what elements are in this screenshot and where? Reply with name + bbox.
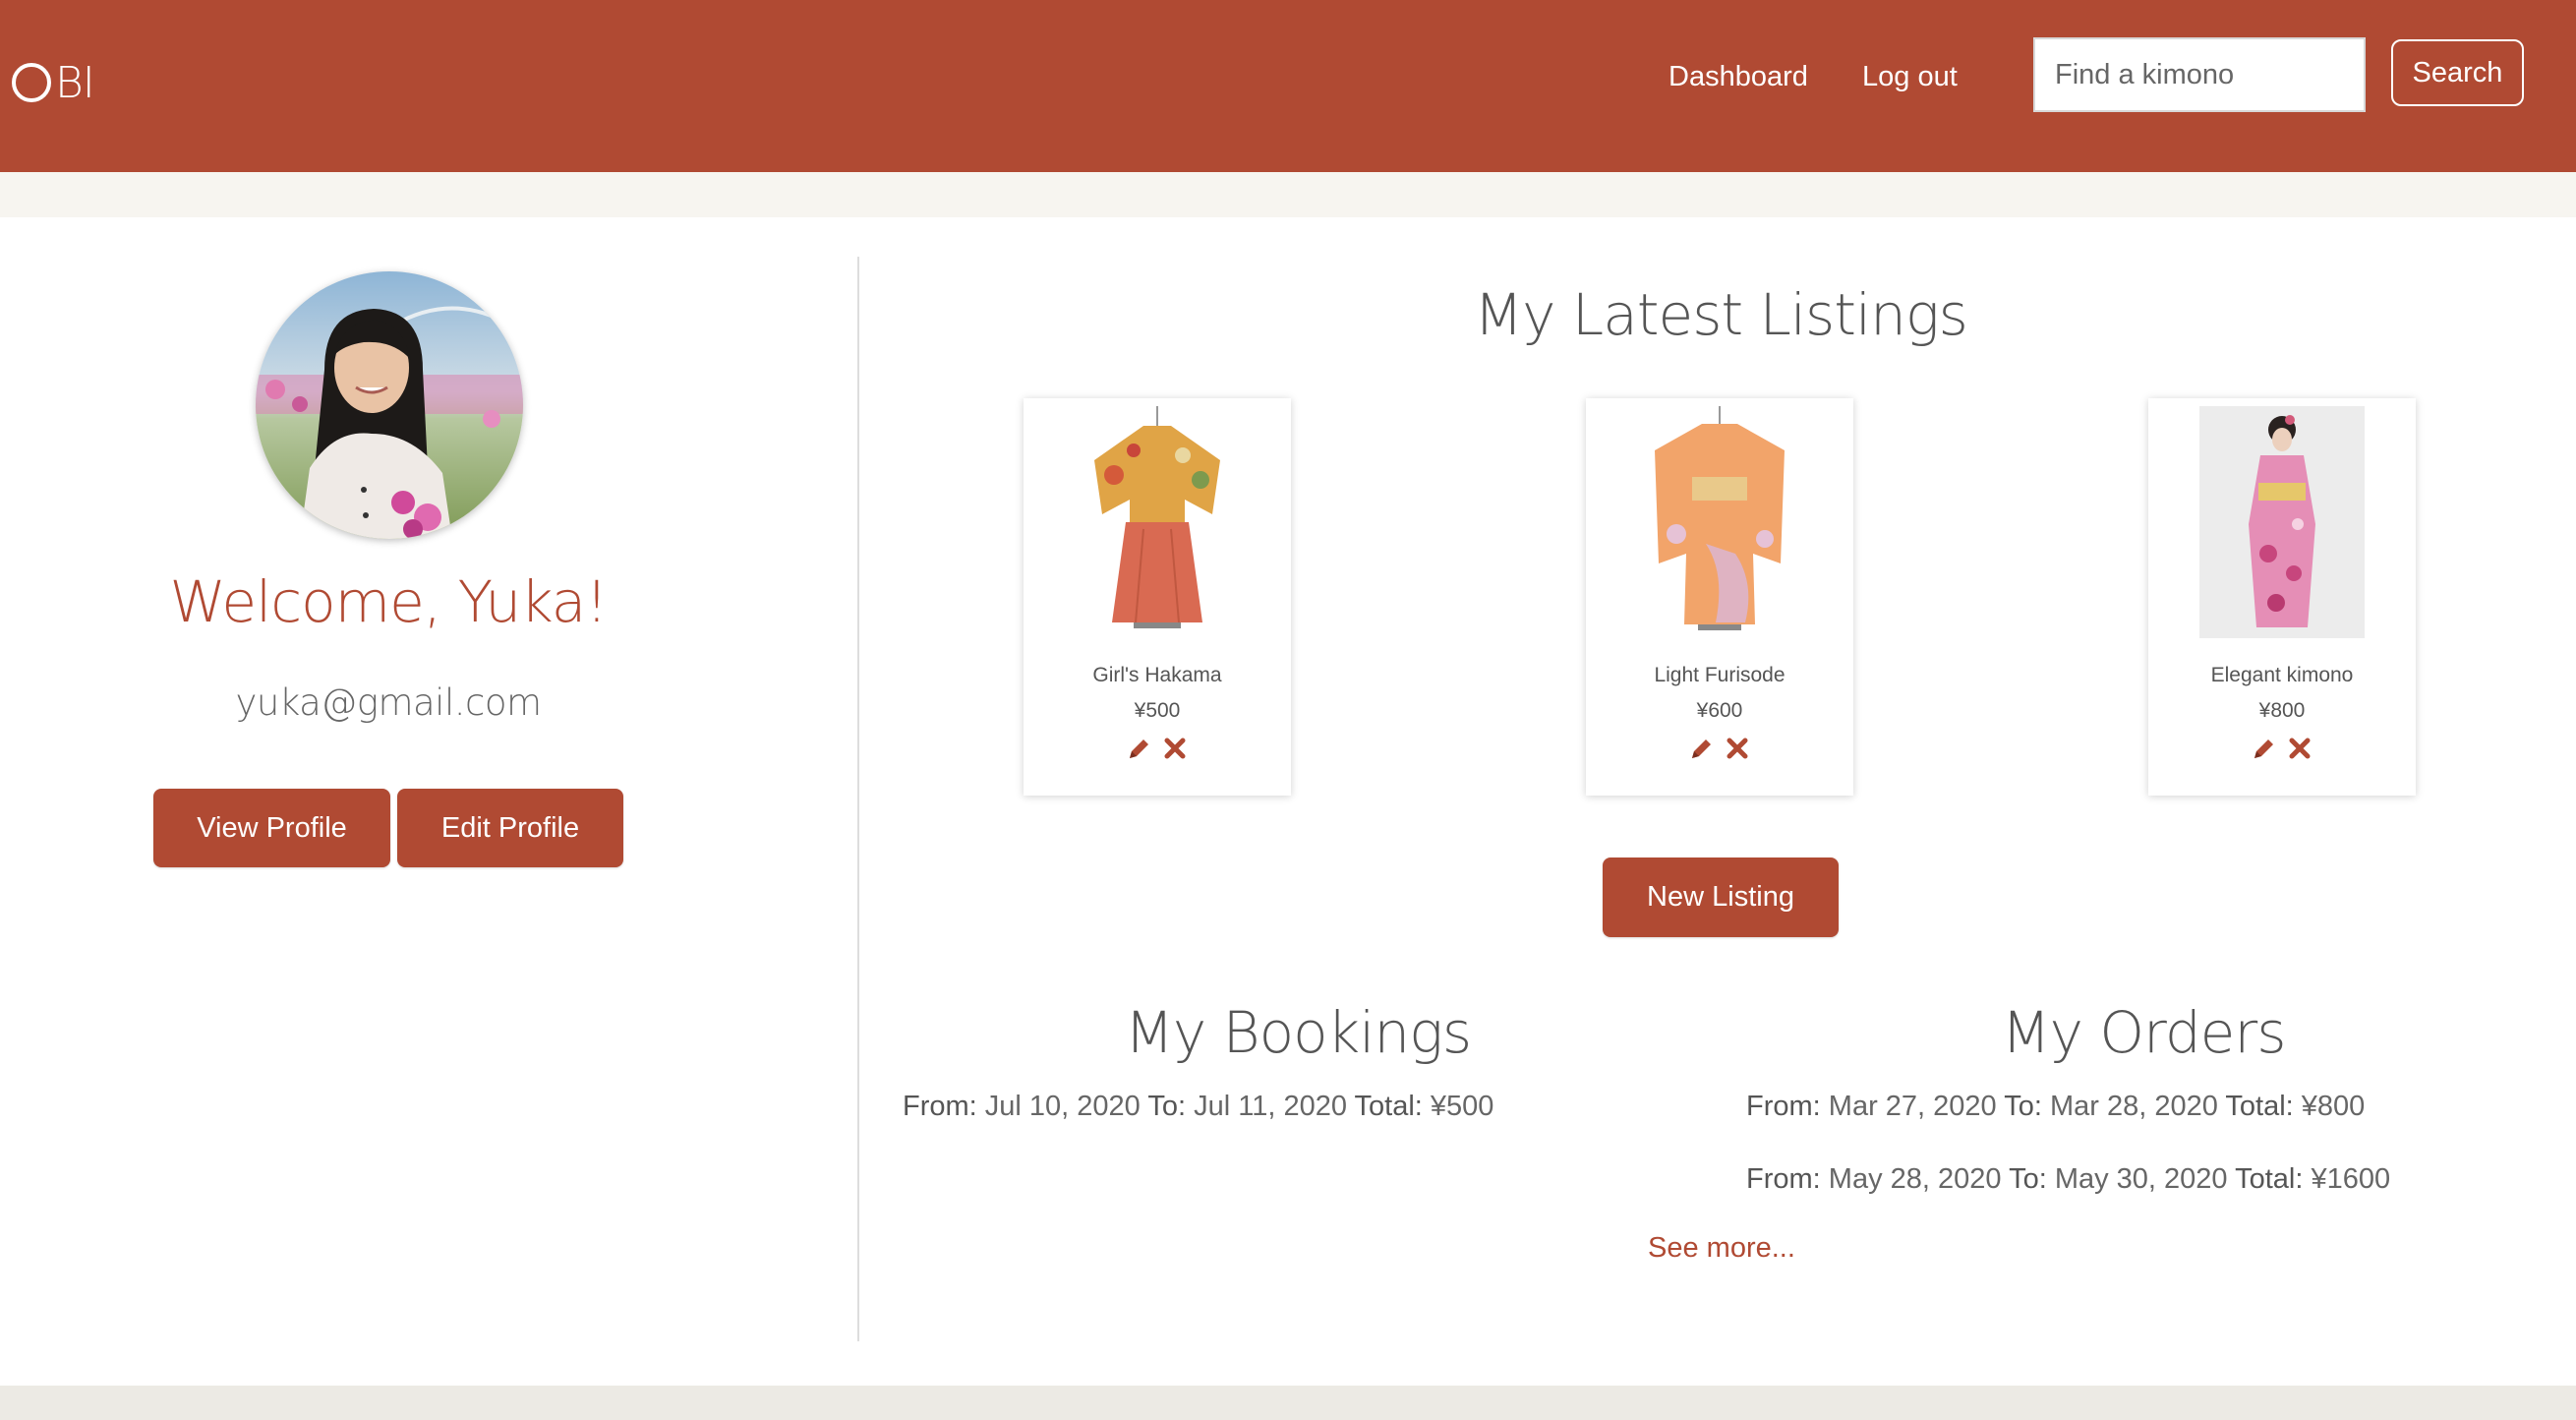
kimono-elegant-image [2199,406,2365,638]
pencil-icon[interactable] [1126,735,1153,762]
pencil-icon[interactable] [1688,735,1716,762]
bookings-title: My Bookings [1124,999,1472,1066]
order-row: From: Mar 27, 2020 To: Mar 28, 2020 Tota… [1746,1091,2366,1122]
user-email: yuka@gmail.com [235,681,542,724]
obi-logo[interactable]: BI [12,57,95,108]
search-button[interactable]: Search [2391,39,2524,106]
listing-price: ¥500 [1134,699,1181,722]
order-row: From: May 28, 2020 To: May 30, 2020 Tota… [1746,1163,2391,1195]
logo-text: BI [55,57,95,108]
nav-dashboard-link[interactable]: Dashboard [1669,61,1808,93]
new-listing-button[interactable]: New Listing [1603,858,1839,937]
listings-title: My Latest Listings [1474,281,1968,348]
orders-title: My Orders [2001,999,2287,1066]
avatar [256,271,523,539]
search-input[interactable] [2033,37,2366,112]
close-icon[interactable] [1724,735,1751,762]
booking-row: From: Jul 10, 2020 To: Jul 11, 2020 Tota… [903,1091,1494,1122]
edit-profile-button[interactable]: Edit Profile [397,789,623,867]
listing-actions [2148,735,2416,762]
dashboard-panel: Welcome, Yuka! yuka@gmail.com View Profi… [0,217,2576,1386]
listing-card[interactable]: Elegant kimono ¥800 [2148,398,2416,796]
top-navbar: BI Dashboard Log out Search [0,0,2576,172]
pencil-icon[interactable] [2251,735,2278,762]
listing-price: ¥600 [1696,699,1743,722]
close-icon[interactable] [1161,735,1189,762]
listing-price: ¥800 [2258,699,2306,722]
footer [0,1386,2576,1420]
column-divider [857,257,859,1341]
listing-name: Elegant kimono [2210,664,2354,686]
listing-actions [1586,735,1853,762]
welcome-heading: Welcome, Yuka! [169,568,608,635]
listing-card[interactable]: Light Furisode ¥600 [1586,398,1853,796]
see-more-link[interactable]: See more... [1648,1232,1795,1265]
kimono-hakama-image [1075,406,1240,638]
close-icon[interactable] [2286,735,2313,762]
listing-actions [1024,735,1291,762]
listing-card[interactable]: Girl's Hakama ¥500 [1024,398,1291,796]
listing-name: Girl's Hakama [1092,664,1222,686]
avatar-photo [256,271,523,539]
view-profile-button[interactable]: View Profile [153,789,390,867]
nav-logout-link[interactable]: Log out [1862,61,1958,93]
listing-name: Light Furisode [1654,664,1786,686]
logo-o-icon [12,63,51,102]
kimono-furisode-image [1637,406,1802,638]
